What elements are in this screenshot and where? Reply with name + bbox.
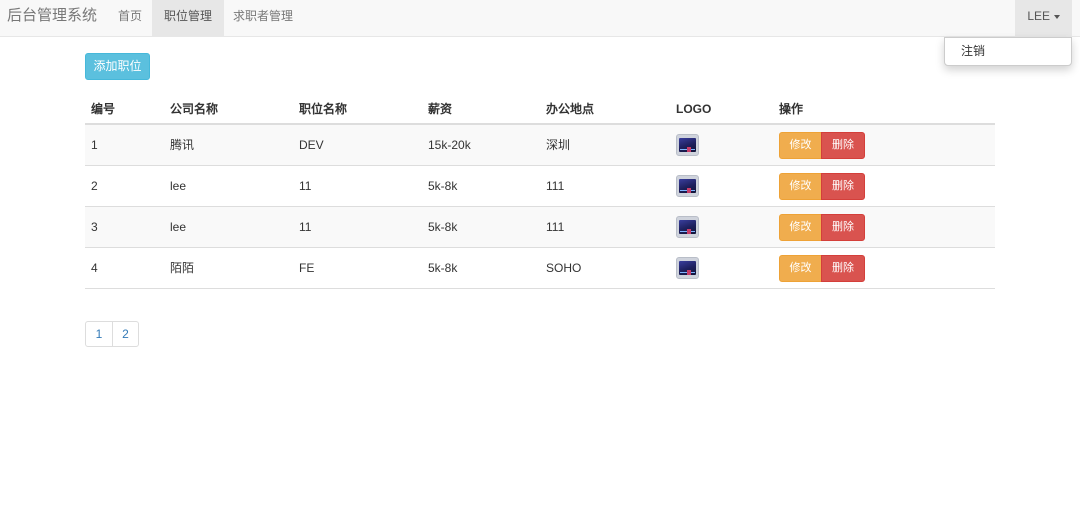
cell-id: 2 bbox=[91, 179, 98, 193]
table-row: 1 腾讯 DEV 15k-20k 深圳 修改 删除 bbox=[85, 125, 995, 166]
header-logo: LOGO bbox=[676, 102, 712, 116]
header-actions: 操作 bbox=[779, 102, 804, 116]
nav-item-seeker-management[interactable]: 求职者管理 bbox=[221, 0, 305, 36]
cell-id: 3 bbox=[91, 220, 98, 234]
cell-id: 4 bbox=[91, 261, 98, 275]
edit-button[interactable]: 修改 bbox=[779, 255, 822, 282]
user-dropdown-menu: 注销 bbox=[944, 37, 1072, 66]
delete-button[interactable]: 删除 bbox=[821, 132, 865, 159]
table-row: 4 陌陌 FE 5k-8k SOHO 修改 删除 bbox=[85, 248, 995, 289]
cell-company: 腾讯 bbox=[170, 138, 195, 152]
company-logo-image bbox=[676, 134, 699, 156]
header-salary: 薪资 bbox=[428, 102, 453, 116]
edit-button[interactable]: 修改 bbox=[779, 214, 822, 241]
cell-company: 陌陌 bbox=[170, 261, 195, 275]
cell-salary: 15k-20k bbox=[428, 138, 471, 152]
delete-button[interactable]: 删除 bbox=[821, 214, 865, 241]
brand-title[interactable]: 后台管理系统 bbox=[7, 0, 97, 36]
table-row: 3 lee 11 5k-8k 111 修改 删除 bbox=[85, 207, 995, 248]
page-link-1[interactable]: 1 bbox=[86, 322, 112, 346]
cell-location: 111 bbox=[546, 179, 565, 193]
cell-location: 深圳 bbox=[546, 138, 571, 152]
cell-position: 11 bbox=[299, 179, 312, 193]
company-logo-image bbox=[676, 216, 699, 238]
cell-company: lee bbox=[170, 179, 187, 193]
nav-item-job-management[interactable]: 职位管理 bbox=[152, 0, 225, 36]
header-company: 公司名称 bbox=[170, 102, 219, 116]
header-location: 办公地点 bbox=[546, 102, 595, 116]
cell-id: 1 bbox=[91, 138, 98, 152]
nav-item-home[interactable]: 首页 bbox=[106, 0, 154, 36]
cell-salary: 5k-8k bbox=[428, 179, 458, 193]
cell-position: 11 bbox=[299, 220, 312, 234]
logout-menu-item[interactable]: 注销 bbox=[961, 38, 985, 66]
cell-salary: 5k-8k bbox=[428, 220, 458, 234]
company-logo-image bbox=[676, 175, 699, 197]
user-menu-toggle[interactable]: LEE bbox=[1015, 0, 1072, 36]
header-position: 职位名称 bbox=[299, 102, 348, 116]
cell-position: DEV bbox=[299, 138, 324, 152]
delete-button[interactable]: 删除 bbox=[821, 173, 865, 200]
table-row: 2 lee 11 5k-8k 111 修改 删除 bbox=[85, 166, 995, 207]
pagination: 1 2 bbox=[85, 321, 139, 347]
company-logo-image bbox=[676, 257, 699, 279]
cell-company: lee bbox=[170, 220, 187, 234]
top-navbar: 后台管理系统 首页 职位管理 求职者管理 LEE bbox=[0, 0, 1080, 37]
user-name: LEE bbox=[1027, 9, 1050, 23]
positions-table: 编号 公司名称 职位名称 薪资 办公地点 LOGO 操作 1 腾讯 DEV 15… bbox=[85, 94, 995, 289]
cell-location: SOHO bbox=[546, 261, 582, 275]
cell-salary: 5k-8k bbox=[428, 261, 458, 275]
edit-button[interactable]: 修改 bbox=[779, 132, 822, 159]
caret-down-icon bbox=[1054, 14, 1060, 19]
cell-location: 111 bbox=[546, 220, 565, 234]
cell-position: FE bbox=[299, 261, 315, 275]
header-id: 编号 bbox=[91, 102, 116, 116]
edit-button[interactable]: 修改 bbox=[779, 173, 822, 200]
table-header: 编号 公司名称 职位名称 薪资 办公地点 LOGO 操作 bbox=[85, 94, 995, 125]
add-position-button[interactable]: 添加职位 bbox=[85, 53, 150, 80]
delete-button[interactable]: 删除 bbox=[821, 255, 865, 282]
page-link-2[interactable]: 2 bbox=[112, 322, 138, 346]
